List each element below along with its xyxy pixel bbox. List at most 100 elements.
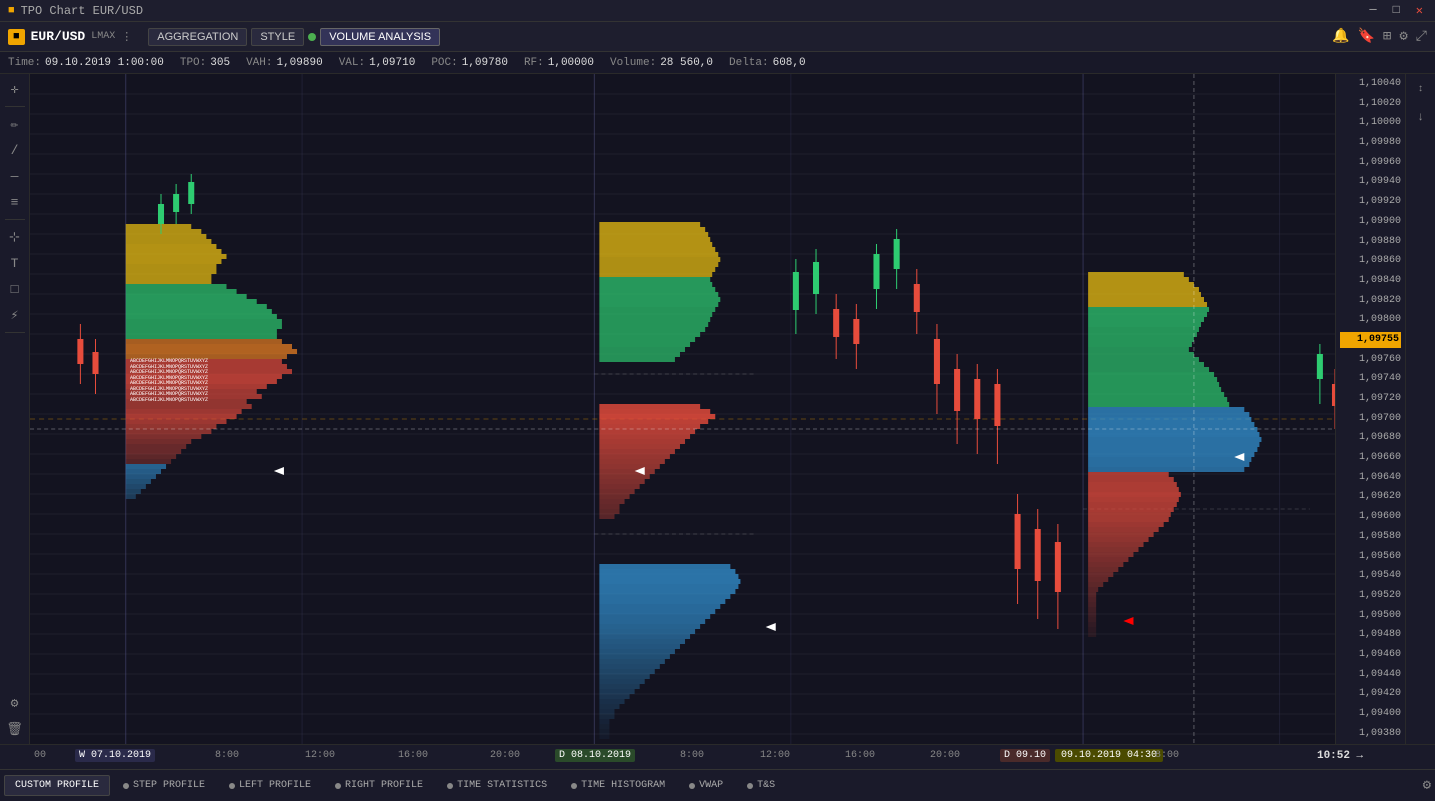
time-clock: 10:52	[1317, 750, 1350, 762]
price-label: 1,09920	[1340, 194, 1401, 210]
price-label: 1,09880	[1340, 234, 1401, 250]
tab-vwap-label: VWAP	[699, 780, 723, 791]
alert-icon[interactable]: 🔔	[1332, 28, 1349, 45]
scale-icon[interactable]: ↕	[1410, 78, 1432, 100]
indicators-tool[interactable]: ⚡	[4, 304, 26, 326]
tab-step-profile-label: STEP PROFILE	[133, 780, 205, 791]
volume-analysis-button[interactable]: VOLUME ANALYSIS	[320, 28, 440, 46]
time-day1-label: D 08.10.2019	[555, 749, 635, 762]
price-label: 1,09440	[1340, 667, 1401, 683]
pen-tool[interactable]: ✏	[4, 113, 26, 135]
time-2000-1: 20:00	[490, 750, 520, 761]
time-day2-label: D 09.10	[1000, 749, 1050, 762]
time-clock-arrow: →	[1356, 750, 1363, 762]
price-label: 1,09755	[1340, 332, 1401, 348]
right-icons: ↕ ↓	[1405, 74, 1435, 744]
settings-icon[interactable]: ⚙	[1399, 28, 1407, 45]
price-label: 1,10040	[1340, 76, 1401, 92]
symbol-name[interactable]: EUR/USD	[31, 29, 86, 44]
line-tool[interactable]: /	[4, 139, 26, 161]
tab-right-dot	[335, 783, 341, 789]
tool-separator-3	[5, 332, 25, 333]
tab-custom-profile[interactable]: CUSTOM PROFILE	[4, 775, 110, 796]
measure-tool[interactable]: ⊹	[4, 226, 26, 248]
price-label: 1,09500	[1340, 608, 1401, 624]
time-1200-2: 12:00	[760, 750, 790, 761]
price-label: 1,09980	[1340, 135, 1401, 151]
info-rf: RF: 1,00000	[524, 57, 594, 69]
symbol-menu-icon[interactable]: ⋮	[121, 30, 132, 44]
price-label: 1,09840	[1340, 273, 1401, 289]
price-label: 1,09580	[1340, 529, 1401, 545]
tab-right-profile[interactable]: RIGHT PROFILE	[324, 775, 434, 796]
time-1600-1: 16:00	[398, 750, 428, 761]
price-label: 1,09620	[1340, 489, 1401, 505]
arrow-down-icon[interactable]: ↓	[1410, 106, 1432, 128]
price-label: 1,09720	[1340, 391, 1401, 407]
titlebar-right[interactable]: ─ □ ✕	[1365, 3, 1427, 18]
bottom-settings-icon[interactable]: ⚙	[1423, 777, 1431, 794]
symbol-block: ■ EUR/USD LMAX ⋮	[8, 29, 132, 45]
tab-ts-dot	[747, 783, 753, 789]
price-label: 1,09760	[1340, 352, 1401, 368]
trash-tool[interactable]: 🗑	[4, 718, 26, 740]
bottom-tabs: CUSTOM PROFILE STEP PROFILE LEFT PROFILE…	[0, 769, 1435, 801]
tool-separator-2	[5, 219, 25, 220]
tool-separator	[5, 106, 25, 107]
titlebar: ■ TPO Chart EUR/USD ─ □ ✕	[0, 0, 1435, 22]
tab-time-histogram-label: TIME HISTOGRAM	[581, 780, 665, 791]
bookmark-icon[interactable]: 🔖	[1357, 28, 1374, 45]
chart-area[interactable]: ABCDEFGHIJKLMNOPQRSTUVWXYZ ABCDEFGHIJKLM…	[30, 74, 1335, 744]
close-button[interactable]: ✕	[1412, 3, 1427, 18]
time-week-label: W 07.10.2019	[75, 749, 155, 762]
time-1600-2: 16:00	[845, 750, 875, 761]
chart-svg	[30, 74, 1335, 744]
minimize-button[interactable]: ─	[1365, 3, 1380, 18]
tab-left-profile-label: LEFT PROFILE	[239, 780, 311, 791]
price-scale: 1,10040 1,10020 1,10000 1,09980 1,09960 …	[1335, 74, 1405, 744]
layout-icon[interactable]: ⊞	[1383, 28, 1391, 45]
shapes-tool[interactable]: □	[4, 278, 26, 300]
price-label: 1,09940	[1340, 174, 1401, 190]
tab-left-profile[interactable]: LEFT PROFILE	[218, 775, 322, 796]
cursor-tool[interactable]: ✛	[4, 78, 26, 100]
tab-time-histogram[interactable]: TIME HISTOGRAM	[560, 775, 676, 796]
info-vah: VAH: 1,09890	[246, 57, 323, 69]
time-2000-2: 20:00	[930, 750, 960, 761]
toolbar: ■ EUR/USD LMAX ⋮ AGGREGATION STYLE VOLUM…	[0, 22, 1435, 52]
style-button[interactable]: STYLE	[251, 28, 304, 46]
time-1200-1: 12:00	[305, 750, 335, 761]
tab-time-hist-dot	[571, 783, 577, 789]
price-label: 1,10000	[1340, 115, 1401, 131]
info-val: VAL: 1,09710	[339, 57, 416, 69]
tab-vwap[interactable]: VWAP	[678, 775, 734, 796]
fib-tool[interactable]: ≡	[4, 191, 26, 213]
tab-vwap-dot	[689, 783, 695, 789]
price-label: 1,09660	[1340, 450, 1401, 466]
aggregation-button[interactable]: AGGREGATION	[148, 28, 247, 46]
price-label: 1,09380	[1340, 726, 1401, 742]
price-label: 1,09420	[1340, 686, 1401, 702]
tab-ts-label: T&S	[757, 780, 775, 791]
info-delta: Delta: 608,0	[729, 57, 806, 69]
left-sidebar: ✛ ✏ / — ≡ ⊹ T □ ⚡ ⚙ 🗑	[0, 74, 30, 744]
hline-tool[interactable]: —	[4, 165, 26, 187]
price-label: 1,09480	[1340, 627, 1401, 643]
maximize-button[interactable]: □	[1389, 3, 1404, 18]
app-title: TPO Chart EUR/USD	[21, 4, 143, 18]
text-tool[interactable]: T	[4, 252, 26, 274]
price-label: 1,09960	[1340, 155, 1401, 171]
tab-right-profile-label: RIGHT PROFILE	[345, 780, 423, 791]
tab-ts[interactable]: T&S	[736, 775, 786, 796]
tab-time-statistics[interactable]: TIME STATISTICS	[436, 775, 558, 796]
time-800-3: 8:00	[1155, 750, 1179, 761]
tab-step-profile[interactable]: STEP PROFILE	[112, 775, 216, 796]
price-label: 1,09400	[1340, 706, 1401, 722]
fullscreen-icon[interactable]: ⤢	[1416, 29, 1427, 45]
price-label: 1,09640	[1340, 470, 1401, 486]
settings-tool[interactable]: ⚙	[4, 692, 26, 714]
app-icon: ■	[8, 5, 15, 17]
info-tpo: TPO: 305	[180, 57, 230, 69]
symbol-logo: ■	[8, 29, 25, 45]
price-label: 1,09520	[1340, 588, 1401, 604]
